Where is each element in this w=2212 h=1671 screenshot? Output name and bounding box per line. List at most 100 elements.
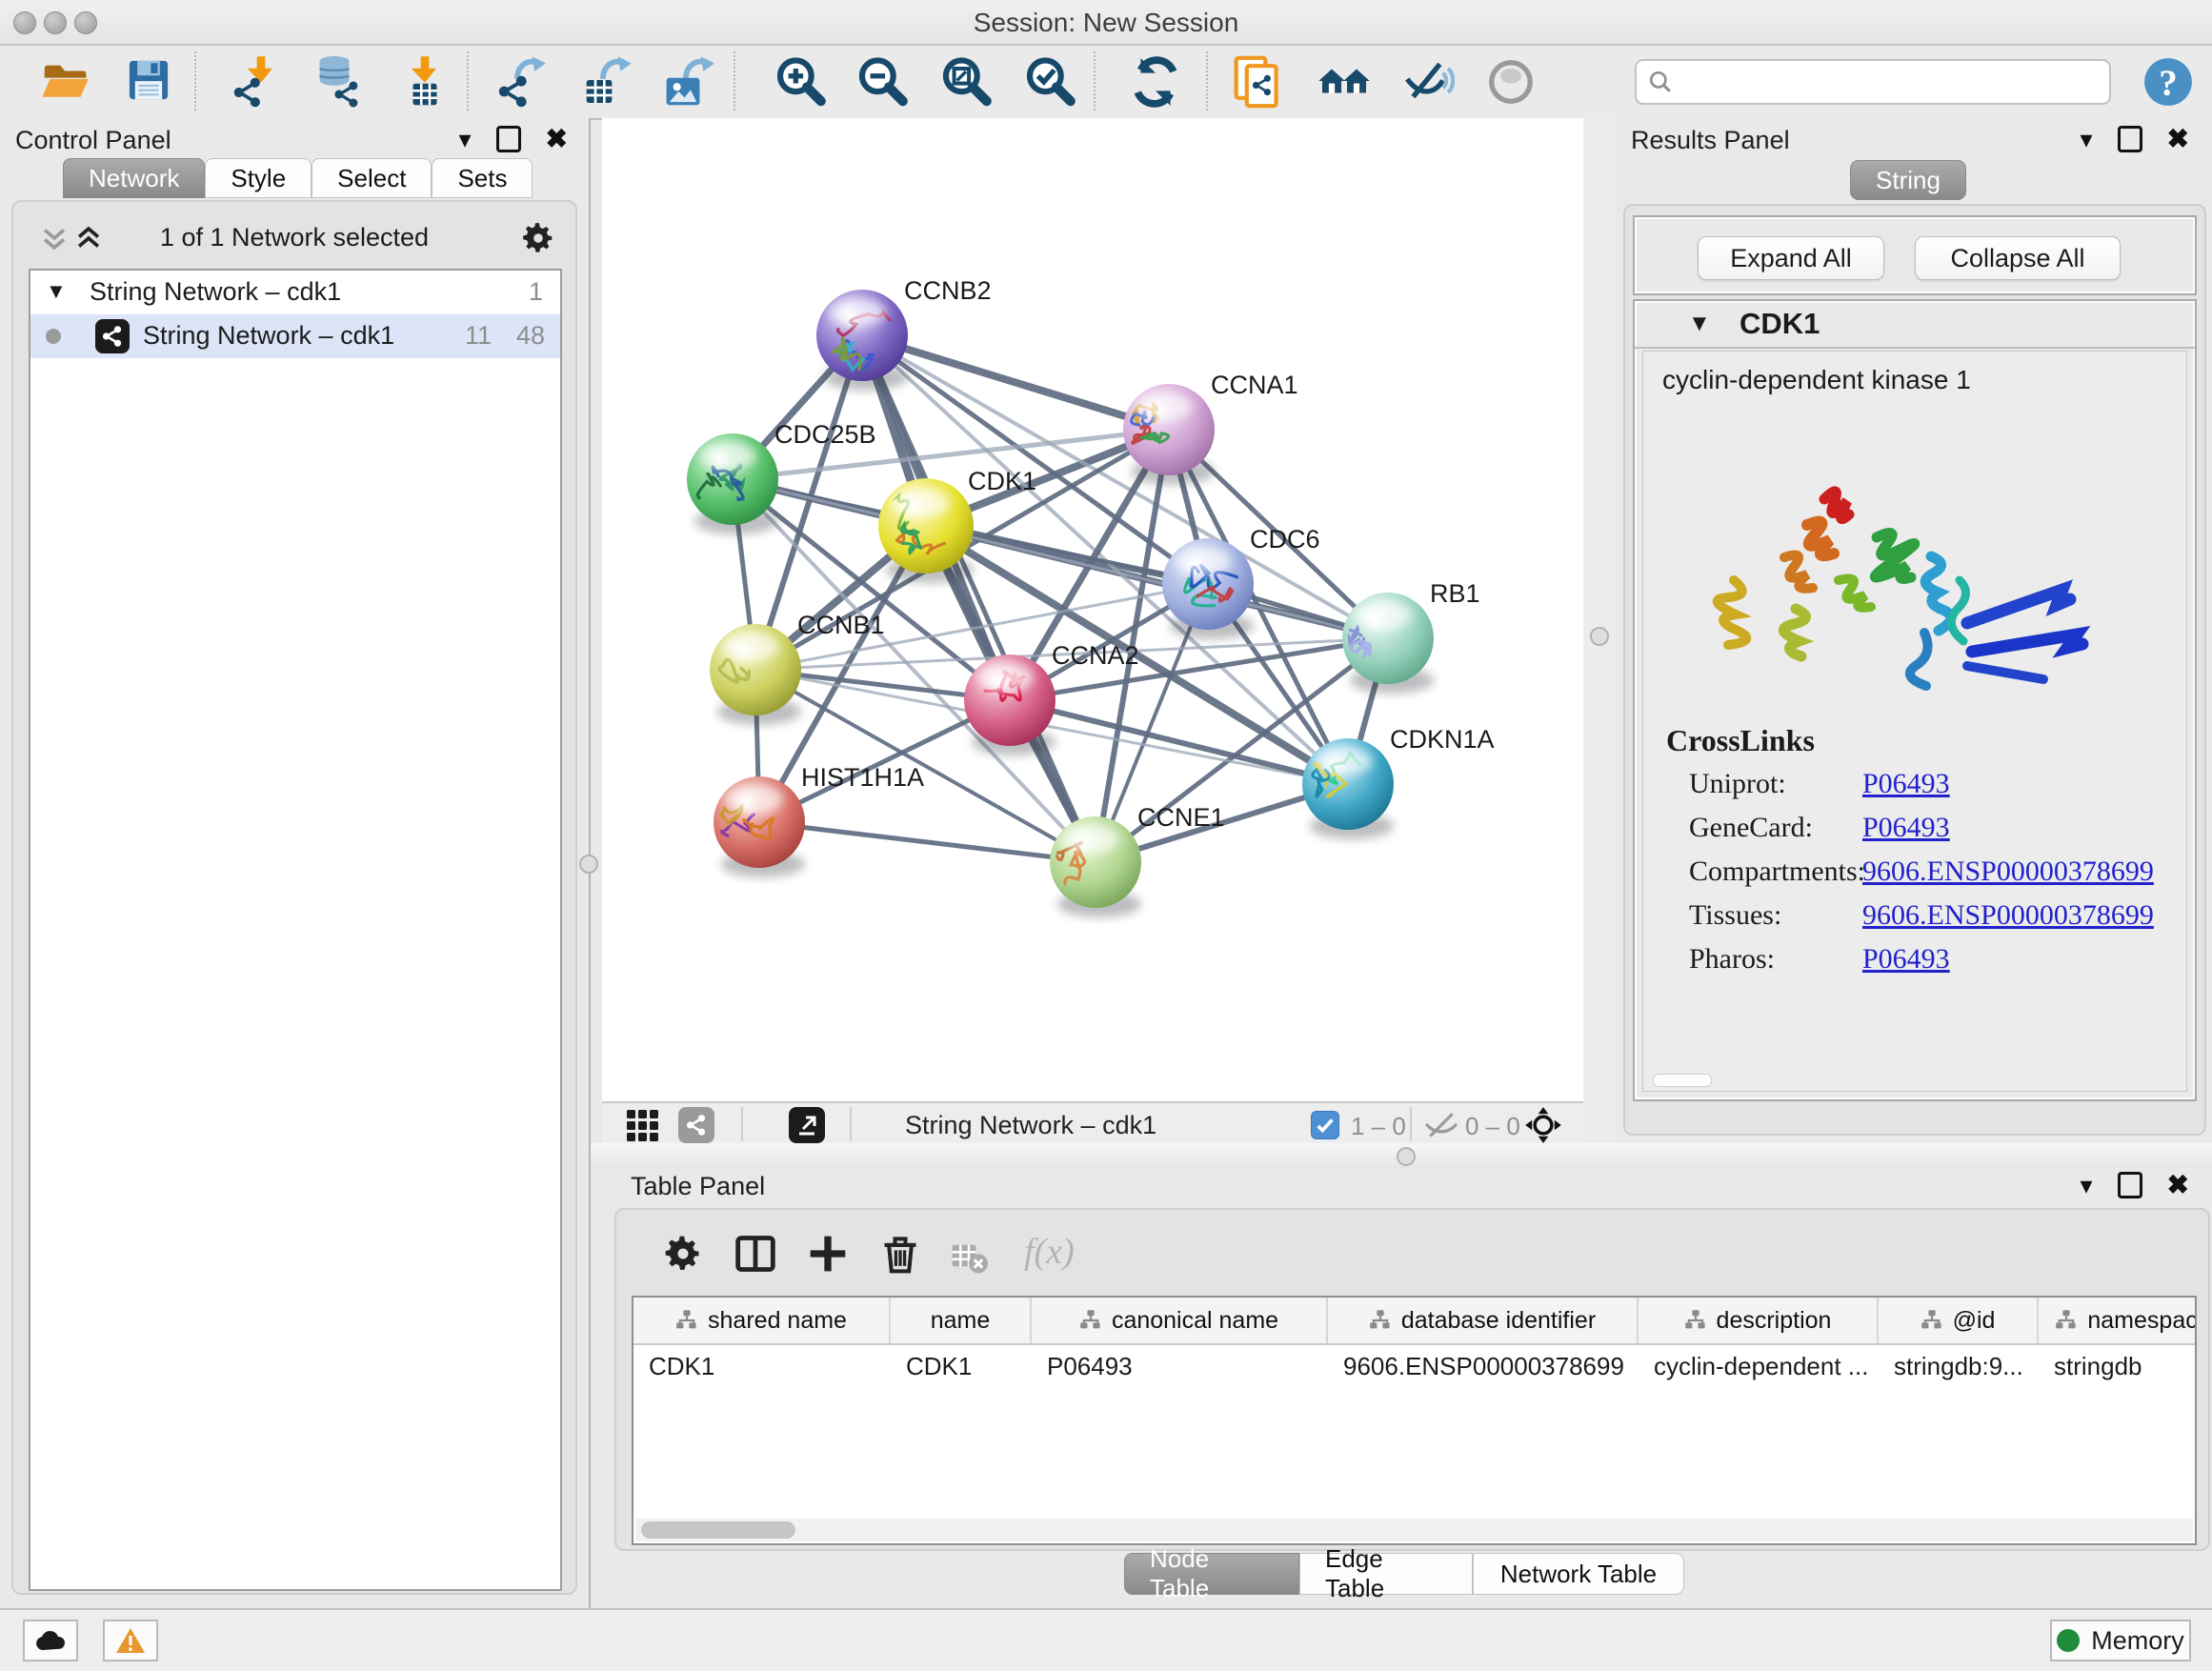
column-type-icon (1684, 1309, 1707, 1332)
tab-network-table[interactable]: Network Table (1473, 1553, 1684, 1595)
network-view[interactable]: CCNB2CCNA1CDC25BCDK1CDC6RB1CCNB1CCNA2CDK… (602, 118, 1583, 1101)
delete-table-icon[interactable] (950, 1237, 988, 1275)
panel-float-icon[interactable] (2118, 126, 2142, 152)
hidden-eye-icon (1423, 1112, 1459, 1140)
table-hscrollbar[interactable] (635, 1519, 2193, 1541)
add-column-icon[interactable] (807, 1233, 849, 1275)
network-collection-row[interactable]: ▼ String Network – cdk1 1 (30, 271, 560, 314)
import-network-button[interactable] (231, 55, 285, 109)
column-header[interactable]: namespace (2039, 1298, 2197, 1343)
collapse-all-button[interactable]: Collapse All (1915, 236, 2121, 280)
toolbar-separator (1206, 51, 1208, 111)
search-field[interactable] (1635, 59, 2111, 105)
grid-view-icon[interactable] (625, 1108, 659, 1142)
crosslink-link[interactable]: 9606.ENSP00000378699 (1862, 899, 2154, 931)
memory-button[interactable]: Memory (2050, 1620, 2191, 1661)
home-networks-button[interactable] (1317, 55, 1371, 109)
node-table[interactable]: shared namenamecanonical namedatabase id… (632, 1296, 2197, 1545)
crosslink-link[interactable]: P06493 (1862, 768, 1950, 799)
left-splitter-handle[interactable] (579, 855, 598, 874)
network-selection-status: 1 of 1 Network selected (21, 223, 568, 252)
column-header[interactable]: description (1639, 1298, 1879, 1343)
birdseye-crosshair-icon[interactable] (1524, 1106, 1562, 1144)
table-cell[interactable]: cyclin-dependent ... (1639, 1345, 1879, 1389)
table-cell[interactable]: stringdb:9... (1879, 1345, 2039, 1389)
refresh-button[interactable] (1129, 55, 1182, 109)
tab-style[interactable]: Style (205, 158, 312, 198)
node-label: CCNA2 (1052, 641, 1139, 670)
table-cell[interactable]: CDK1 (891, 1345, 1032, 1389)
bar-separator (850, 1107, 852, 1141)
crosslink-link[interactable]: P06493 (1862, 943, 1950, 975)
string-badge-icon[interactable] (678, 1107, 714, 1143)
expand-all-button[interactable]: Expand All (1698, 236, 1884, 280)
clone-network-button[interactable] (1233, 55, 1286, 109)
column-header[interactable]: shared name (633, 1298, 891, 1343)
zoom-out-button[interactable] (855, 55, 909, 109)
table-cell[interactable]: CDK1 (633, 1345, 891, 1389)
zoom-fit-button[interactable] (939, 55, 993, 109)
scrollbar-thumb[interactable] (641, 1521, 795, 1539)
table-cell[interactable]: stringdb (2039, 1345, 2197, 1389)
table-gear-icon[interactable] (662, 1233, 704, 1275)
collection-label: String Network – cdk1 (90, 277, 341, 307)
table-header-row[interactable]: shared namenamecanonical namedatabase id… (633, 1298, 2195, 1345)
hide-selected-button[interactable] (1401, 55, 1455, 109)
table-splitter[interactable] (591, 1143, 2212, 1168)
external-view-icon[interactable] (789, 1107, 825, 1143)
export-network-button[interactable] (496, 55, 550, 109)
tab-node-table[interactable]: Node Table (1124, 1553, 1299, 1595)
panel-close-icon[interactable]: ✖ (2167, 126, 2189, 152)
import-network-from-database-button[interactable] (312, 55, 365, 109)
save-session-button[interactable] (124, 55, 177, 109)
export-table-button[interactable] (580, 55, 633, 109)
section-collapse-icon[interactable]: ▼ (1688, 311, 1711, 337)
column-header[interactable]: @id (1879, 1298, 2039, 1343)
column-header[interactable]: database identifier (1328, 1298, 1639, 1343)
network-row-selected[interactable]: String Network – cdk1 11 48 (30, 314, 560, 358)
warning-button[interactable] (103, 1620, 158, 1661)
panel-close-icon[interactable]: ✖ (2167, 1172, 2189, 1198)
column-header[interactable]: name (891, 1298, 1032, 1343)
crosslink-link[interactable]: P06493 (1862, 812, 1950, 843)
zoom-in-button[interactable] (774, 55, 827, 109)
results-panel: Results Panel ▾ ✖ String Expand All Coll… (1616, 118, 2212, 1143)
import-table-button[interactable] (398, 55, 452, 109)
node-label: RB1 (1430, 579, 1480, 608)
panel-menu-icon[interactable]: ▾ (2080, 1173, 2092, 1198)
show-eye-button[interactable] (1484, 55, 1538, 109)
panel-menu-icon[interactable]: ▾ (458, 127, 471, 151)
tab-network[interactable]: Network (63, 158, 205, 198)
crosslink-row: GeneCard:P06493 (1666, 812, 2154, 856)
tab-sets[interactable]: Sets (432, 158, 533, 198)
tree-expand-icon[interactable]: ▼ (46, 279, 67, 304)
export-image-button[interactable] (663, 55, 716, 109)
open-session-button[interactable] (40, 55, 93, 109)
results-splitter-handle[interactable] (1590, 627, 1609, 646)
column-type-icon (1079, 1309, 1102, 1332)
gear-icon[interactable] (520, 220, 556, 256)
column-header[interactable]: canonical name (1032, 1298, 1328, 1343)
network-tree: ▼ String Network – cdk1 1 String Network… (29, 269, 562, 1591)
help-button[interactable]: ? (2142, 55, 2195, 109)
selected-checkbox[interactable] (1311, 1111, 1339, 1139)
tab-select[interactable]: Select (312, 158, 432, 198)
table-row[interactable]: CDK1CDK1P064939606.ENSP00000378699cyclin… (633, 1345, 2195, 1389)
table-cell[interactable]: 9606.ENSP00000378699 (1328, 1345, 1639, 1389)
tab-string[interactable]: String (1850, 160, 1966, 200)
panel-close-icon[interactable]: ✖ (546, 126, 568, 152)
panel-float-icon[interactable] (496, 126, 521, 152)
delete-column-icon[interactable] (879, 1233, 921, 1275)
cloud-button[interactable] (23, 1620, 78, 1661)
zoom-selected-button[interactable] (1023, 55, 1076, 109)
search-input[interactable] (1680, 63, 2094, 99)
network-graph[interactable]: CCNB2CCNA1CDC25BCDK1CDC6RB1CCNB1CCNA2CDK… (602, 118, 1583, 1101)
tab-edge-table[interactable]: Edge Table (1299, 1553, 1473, 1595)
results-scrollbar[interactable] (1653, 1074, 1712, 1087)
table-splitter-handle[interactable] (1397, 1147, 1416, 1166)
show-columns-icon[interactable] (734, 1233, 776, 1275)
table-cell[interactable]: P06493 (1032, 1345, 1328, 1389)
panel-float-icon[interactable] (2118, 1172, 2142, 1198)
crosslink-link[interactable]: 9606.ENSP00000378699 (1862, 856, 2154, 887)
panel-menu-icon[interactable]: ▾ (2080, 127, 2092, 151)
